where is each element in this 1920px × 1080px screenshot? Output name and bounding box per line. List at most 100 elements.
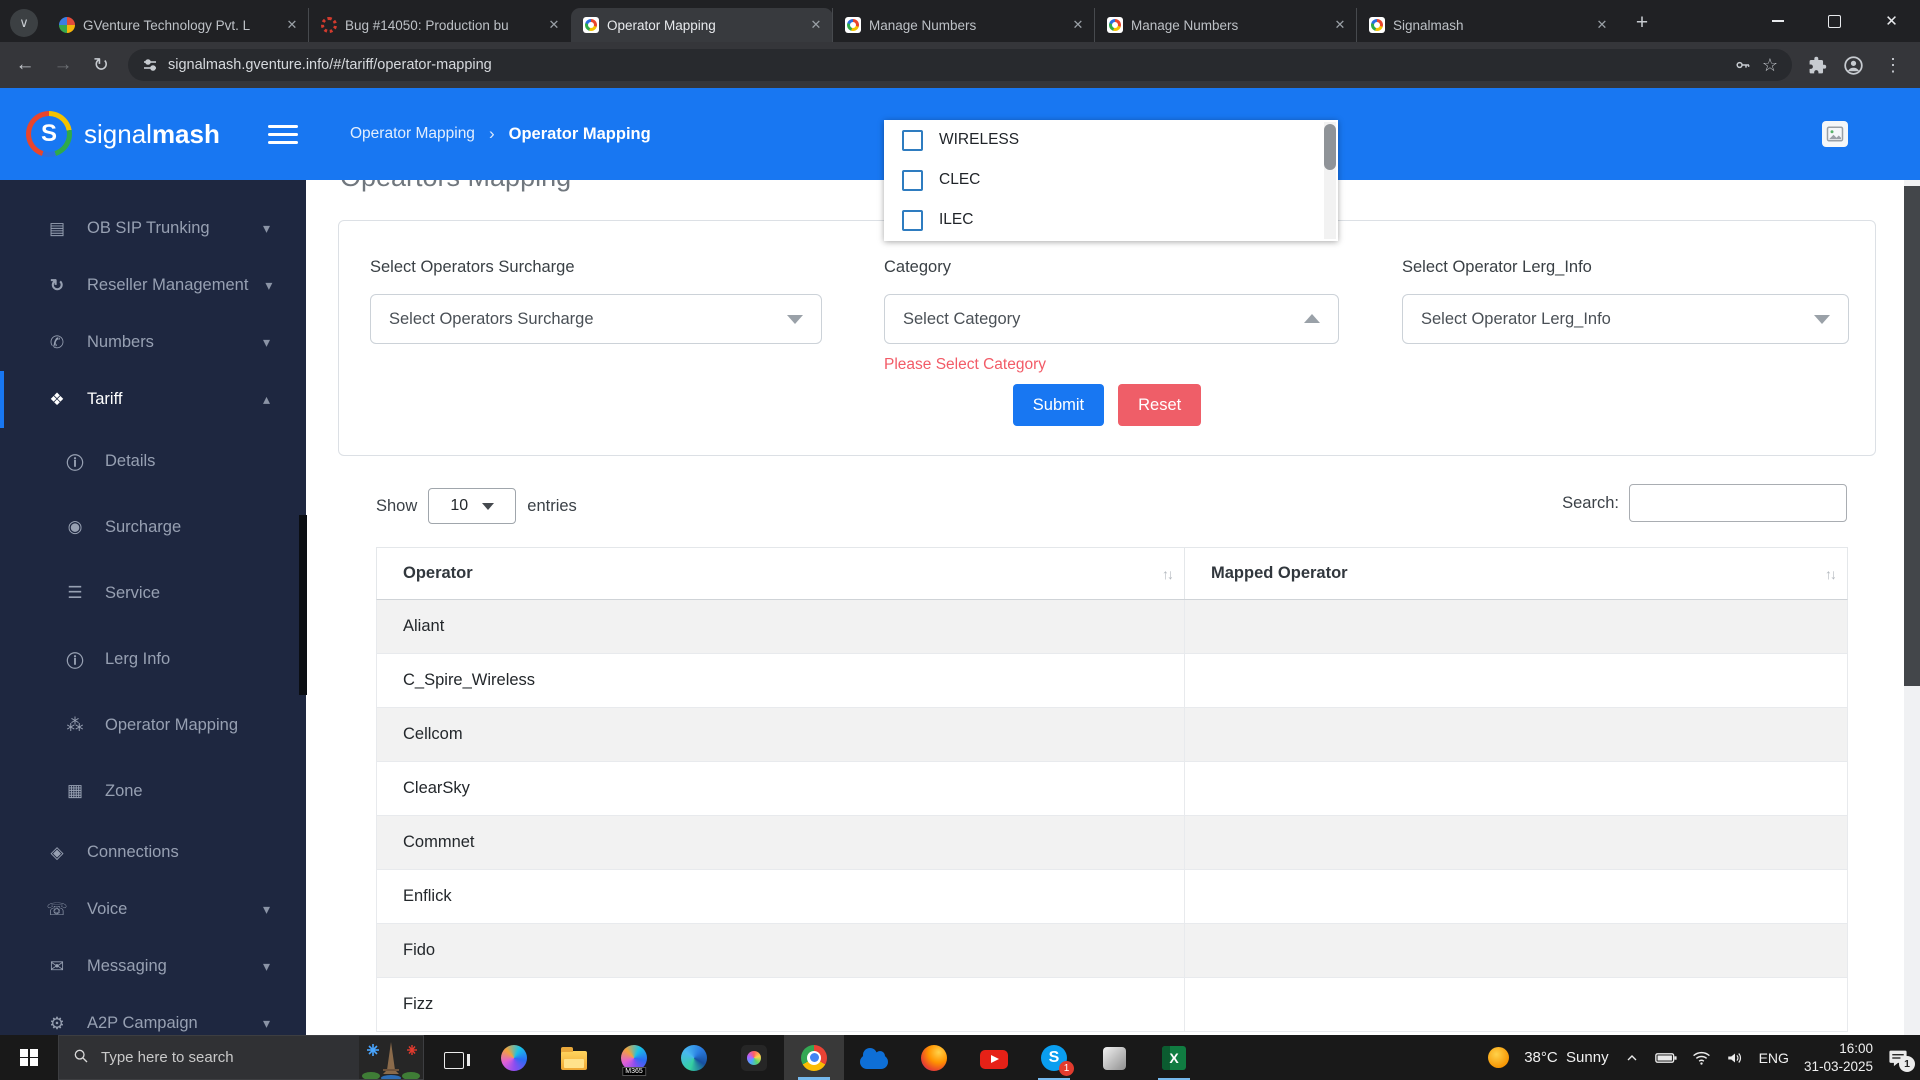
taskbar-app[interactable] xyxy=(964,1035,1024,1080)
category-option[interactable]: CLEC xyxy=(884,160,1338,200)
taskbar-app[interactable] xyxy=(904,1035,964,1080)
sidebar-item[interactable]: Connections xyxy=(0,824,306,881)
wifi-icon[interactable] xyxy=(1692,1050,1711,1066)
table-row[interactable]: Commnet xyxy=(376,816,1848,870)
sidebar-item[interactable]: Surcharge xyxy=(0,494,306,560)
scrollbar-thumb[interactable] xyxy=(1904,186,1920,686)
bookmark-star-icon[interactable] xyxy=(1762,55,1778,76)
tab-close-icon[interactable] xyxy=(1069,16,1087,34)
sort-icon[interactable]: ↑↓ xyxy=(1825,566,1835,582)
sort-icon[interactable]: ↑↓ xyxy=(1162,566,1172,582)
tab-search-button[interactable] xyxy=(10,9,38,37)
show-hidden-icons-chevron[interactable] xyxy=(1624,1050,1640,1066)
search-input[interactable] xyxy=(1629,484,1847,522)
checkbox-icon[interactable] xyxy=(902,170,923,191)
taskbar-app[interactable] xyxy=(664,1035,724,1080)
site-info-icon[interactable] xyxy=(142,57,158,73)
action-center-icon[interactable]: 1 xyxy=(1888,1049,1908,1067)
tab-close-icon[interactable] xyxy=(283,16,301,34)
reset-button[interactable]: Reset xyxy=(1118,384,1201,426)
page-scrollbar[interactable] xyxy=(1904,180,1920,1035)
start-button[interactable] xyxy=(0,1035,58,1080)
breadcrumb-parent[interactable]: Operator Mapping xyxy=(350,125,475,143)
browser-tab[interactable]: Bug #14050: Production bu xyxy=(309,8,571,42)
taskbar-app[interactable] xyxy=(784,1035,844,1080)
hamburger-menu-icon[interactable] xyxy=(268,125,298,144)
language-indicator[interactable]: ENG xyxy=(1759,1050,1789,1066)
table-row[interactable]: Cellcom xyxy=(376,708,1848,762)
sidebar-item[interactable]: Numbers xyxy=(0,314,306,371)
taskbar-app[interactable] xyxy=(844,1035,904,1080)
taskbar-app[interactable] xyxy=(544,1035,604,1080)
table-row[interactable]: Fido xyxy=(376,924,1848,978)
category-option[interactable]: WIRELESS xyxy=(884,120,1338,160)
tab-close-icon[interactable] xyxy=(545,16,563,34)
sidebar-item[interactable]: Voice xyxy=(0,881,306,938)
sidebar-item[interactable]: Service xyxy=(0,560,306,626)
taskbar-app[interactable] xyxy=(1084,1035,1144,1080)
sidebar-item[interactable]: OB SIP Trunking xyxy=(0,200,306,257)
profile-icon[interactable] xyxy=(1843,55,1864,76)
category-select[interactable]: Select Category xyxy=(884,294,1339,344)
maximize-button[interactable] xyxy=(1806,0,1863,42)
category-option[interactable]: ILEC xyxy=(884,200,1338,240)
search-highlight-image[interactable] xyxy=(359,1036,423,1079)
tab-close-icon[interactable] xyxy=(1593,16,1611,34)
back-icon[interactable] xyxy=(14,54,36,76)
sidebar-scrollbar[interactable] xyxy=(299,515,307,695)
column-header-mapped-operator[interactable]: Mapped Operator ↑↓ xyxy=(1184,548,1847,599)
volume-icon[interactable] xyxy=(1726,1050,1744,1066)
sidebar-item[interactable]: Reseller Management xyxy=(0,257,306,314)
avatar-placeholder-icon[interactable] xyxy=(1822,121,1848,147)
checkbox-icon[interactable] xyxy=(902,130,923,151)
sidebar-item[interactable]: A2P Campaign xyxy=(0,995,306,1035)
chevron-down-icon xyxy=(1814,315,1830,324)
sidebar-item[interactable]: Lerg Info xyxy=(0,626,306,692)
clock[interactable]: 16:00 31-03-2025 xyxy=(1804,1040,1873,1075)
browser-tab[interactable]: Manage Numbers xyxy=(1095,8,1357,42)
tab-close-icon[interactable] xyxy=(807,16,825,34)
checkbox-icon[interactable] xyxy=(902,210,923,231)
taskbar-app[interactable]: 1 xyxy=(1024,1035,1084,1080)
surcharge-select[interactable]: Select Operators Surcharge xyxy=(370,294,822,344)
sidebar-item[interactable]: Messaging xyxy=(0,938,306,995)
table-row[interactable]: Aliant xyxy=(376,600,1848,654)
sidebar-item[interactable]: Zone xyxy=(0,758,306,824)
battery-icon[interactable] xyxy=(1655,1050,1677,1066)
table-row[interactable]: ClearSky xyxy=(376,762,1848,816)
sidebar-item[interactable]: Tariff xyxy=(0,371,306,428)
table-row[interactable]: Enflick xyxy=(376,870,1848,924)
minimize-button[interactable] xyxy=(1749,0,1806,42)
extensions-puzzle-icon[interactable] xyxy=(1808,56,1827,75)
lerg-info-select[interactable]: Select Operator Lerg_Info xyxy=(1402,294,1849,344)
browser-tab[interactable]: GVenture Technology Pvt. L xyxy=(47,8,309,42)
weather-sun-icon[interactable] xyxy=(1488,1047,1509,1068)
taskbar-app[interactable] xyxy=(1144,1035,1204,1080)
dropdown-scroll-thumb[interactable] xyxy=(1324,124,1336,170)
taskbar-app[interactable] xyxy=(724,1035,784,1080)
address-bar[interactable]: signalmash.gventure.info/#/tariff/operat… xyxy=(128,49,1792,81)
weather-text[interactable]: 38°C Sunny xyxy=(1524,1049,1608,1066)
column-header-operator[interactable]: Operator ↑↓ xyxy=(377,548,1184,599)
forward-icon[interactable] xyxy=(52,54,74,76)
taskbar-search-box[interactable]: Type here to search xyxy=(58,1035,424,1080)
new-tab-button[interactable] xyxy=(1627,8,1657,38)
sidebar-item[interactable]: Details xyxy=(0,428,306,494)
browser-tab[interactable]: Manage Numbers xyxy=(833,8,1095,42)
dropdown-scroll-track[interactable] xyxy=(1324,122,1336,239)
password-key-icon[interactable] xyxy=(1734,56,1752,74)
taskbar-app[interactable] xyxy=(484,1035,544,1080)
table-row[interactable]: Fizz xyxy=(376,978,1848,1032)
sidebar-item[interactable]: Operator Mapping xyxy=(0,692,306,758)
table-row[interactable]: C_Spire_Wireless xyxy=(376,654,1848,708)
tab-close-icon[interactable] xyxy=(1331,16,1349,34)
taskbar-app[interactable] xyxy=(424,1035,484,1080)
browser-menu-icon[interactable] xyxy=(1880,55,1906,76)
page-size-select[interactable]: 10 xyxy=(428,488,516,524)
browser-tab[interactable]: Operator Mapping xyxy=(571,8,833,42)
reload-icon[interactable] xyxy=(90,54,112,77)
submit-button[interactable]: Submit xyxy=(1013,384,1104,426)
browser-tab[interactable]: Signalmash xyxy=(1357,8,1619,42)
close-button[interactable] xyxy=(1863,0,1920,42)
taskbar-app[interactable]: M365 xyxy=(604,1035,664,1080)
